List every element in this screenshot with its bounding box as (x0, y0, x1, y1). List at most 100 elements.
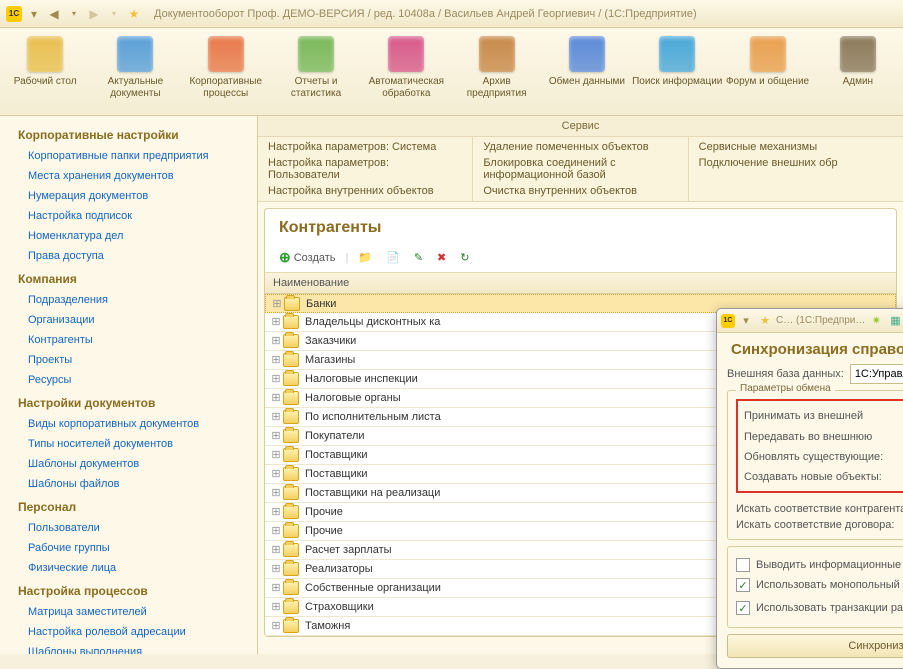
toolbar-label: Архив предприятия (451, 76, 541, 100)
extdb-label: Внешняя база данных: (727, 368, 844, 380)
sidebar-item[interactable]: Шаблоны выполнения (0, 642, 257, 654)
sidebar-item[interactable]: Ресурсы (0, 370, 257, 390)
checkbox[interactable]: ✓ (736, 601, 750, 615)
toolbar-label: Актуальные документы (90, 76, 180, 100)
service-link[interactable]: Сервисные механизмы (699, 139, 893, 155)
sidebar-item[interactable]: Матрица заместителей (0, 602, 257, 622)
sidebar-item[interactable]: Типы носителей документов (0, 434, 257, 454)
dropdown-icon[interactable]: ▾ (738, 313, 754, 329)
edit-button[interactable]: ✎ (410, 249, 427, 266)
expand-icon[interactable]: ⊞ (269, 543, 283, 557)
dialog-titlebar: 1C ▾ ★ С… (1С:Предпри… ✷ ▦ ▤ 31 M M+ M- … (717, 309, 903, 333)
delete-button[interactable]: ✖ (433, 249, 450, 266)
sidebar-item[interactable]: Виды корпоративных документов (0, 414, 257, 434)
sidebar-section: Настройка процессов (0, 578, 257, 602)
refresh-button[interactable]: ↻ (456, 249, 473, 266)
service-link[interactable]: Настройка внутренних объектов (268, 183, 462, 199)
expand-icon[interactable]: ⊞ (269, 562, 283, 576)
expand-icon[interactable]: ⊞ (269, 391, 283, 405)
col-name[interactable]: Наименование (273, 277, 818, 289)
toolbar-item[interactable]: Актуальные документы (90, 32, 180, 111)
dropdown-icon[interactable]: ▾ (26, 6, 42, 22)
sidebar-item[interactable]: Корпоративные папки предприятия (0, 146, 257, 166)
expand-icon[interactable]: ⊞ (269, 467, 283, 481)
folder-icon (283, 353, 299, 367)
favorite-icon[interactable]: ★ (126, 6, 142, 22)
dialog-caption: С… (1С:Предпри… (776, 313, 865, 329)
toolbar-item[interactable]: Обмен данными (542, 32, 632, 111)
new-folder-button[interactable]: 📁 (354, 249, 376, 266)
toolbar-label: Автоматическая обработка (361, 76, 451, 100)
sidebar-item[interactable]: Организации (0, 310, 257, 330)
expand-icon[interactable]: ⊞ (269, 524, 283, 538)
sidebar-item[interactable]: Номенклатура дел (0, 226, 257, 246)
check-label: Использовать монопольный режим (756, 579, 903, 591)
toolbar-item[interactable]: Отчеты и статистика (271, 32, 361, 111)
expand-icon[interactable]: ⊞ (269, 581, 283, 595)
nav-back-dd-icon[interactable]: ▾ (66, 6, 82, 22)
toolbar-item[interactable]: Автоматическая обработка (361, 32, 451, 111)
expand-icon[interactable]: ⊞ (269, 429, 283, 443)
sidebar-item[interactable]: Места хранения документов (0, 166, 257, 186)
folder-icon (283, 486, 299, 500)
service-link[interactable]: Блокировка соединений с информационной б… (483, 155, 677, 183)
checkbox[interactable]: ✓ (736, 578, 750, 592)
sidebar-item[interactable]: Настройка подписок (0, 206, 257, 226)
folder-icon (283, 334, 299, 348)
service-link[interactable]: Настройка параметров: Система (268, 139, 462, 155)
toolbar-icon (298, 36, 334, 72)
sidebar-item[interactable]: Права доступа (0, 246, 257, 266)
nav-back-icon[interactable]: ◀ (46, 6, 62, 22)
nav-fwd-icon[interactable]: ▶ (86, 6, 102, 22)
favorite-icon[interactable]: ★ (757, 313, 773, 329)
service-link[interactable]: Настройка параметров: Пользователи (268, 155, 462, 183)
service-link[interactable]: Очистка внутренних объектов (483, 183, 677, 199)
new-item-button[interactable]: 📄 (382, 249, 404, 266)
sidebar-item[interactable]: Настройка ролевой адресации (0, 622, 257, 642)
toolbar-item[interactable]: Архив предприятия (451, 32, 541, 111)
toolbar-item[interactable]: Рабочий стол (0, 32, 90, 111)
toolbar-item[interactable]: Корпоративные процессы (181, 32, 271, 111)
toolbar-item[interactable]: Поиск информации (632, 32, 722, 111)
expand-icon[interactable]: ⊞ (269, 410, 283, 424)
expand-icon[interactable]: ⊞ (270, 297, 284, 311)
checkbox[interactable] (736, 558, 750, 572)
sidebar-item[interactable]: Рабочие группы (0, 538, 257, 558)
create-button[interactable]: ⊕Создать (275, 247, 340, 268)
extdb-input[interactable] (850, 364, 903, 384)
check-row: ✓ Использовать монопольный режим (736, 575, 903, 595)
sidebar-item[interactable]: Контрагенты (0, 330, 257, 350)
param-row: Обновлять существующие:✓ (744, 447, 903, 467)
expand-icon[interactable]: ⊞ (269, 372, 283, 386)
fav2-icon[interactable]: ✷ (868, 313, 884, 329)
expand-icon[interactable]: ⊞ (269, 619, 283, 633)
expand-icon[interactable]: ⊞ (269, 315, 283, 329)
app-logo-icon: 1C (721, 314, 735, 328)
expand-icon[interactable]: ⊞ (269, 334, 283, 348)
expand-icon[interactable]: ⊞ (269, 600, 283, 614)
toolbar-icon (117, 36, 153, 72)
sidebar-item[interactable]: Нумерация документов (0, 186, 257, 206)
service-link[interactable]: Удаление помеченных объектов (483, 139, 677, 155)
toolbar-item[interactable]: Форум и общение (722, 32, 812, 111)
sidebar-item[interactable]: Шаблоны документов (0, 454, 257, 474)
toolbar-icon (479, 36, 515, 72)
toolbar-icon (750, 36, 786, 72)
service-link[interactable]: Подключение внешних обр (699, 155, 893, 171)
toolbar-item[interactable]: Админ (813, 32, 903, 111)
expand-icon[interactable]: ⊞ (269, 353, 283, 367)
col-code[interactable] (818, 277, 888, 289)
toolbar-label: Админ (813, 76, 903, 88)
sidebar-item[interactable]: Пользователи (0, 518, 257, 538)
expand-icon[interactable]: ⊞ (269, 505, 283, 519)
sync-button[interactable]: Синхронизировать справочники (727, 634, 903, 658)
expand-icon[interactable]: ⊞ (269, 486, 283, 500)
sidebar-item[interactable]: Проекты (0, 350, 257, 370)
sidebar-item[interactable]: Физические лица (0, 558, 257, 578)
list-header: Наименование (265, 273, 896, 294)
sidebar-item[interactable]: Подразделения (0, 290, 257, 310)
home-icon[interactable]: ▦ (887, 313, 903, 329)
sidebar-item[interactable]: Шаблоны файлов (0, 474, 257, 494)
expand-icon[interactable]: ⊞ (269, 448, 283, 462)
nav-fwd-dd-icon[interactable]: ▾ (106, 6, 122, 22)
